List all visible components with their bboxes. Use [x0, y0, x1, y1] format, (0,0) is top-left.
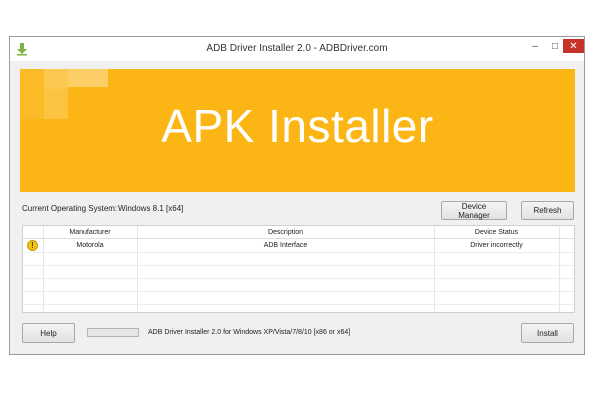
banner-title: APK Installer: [161, 100, 434, 152]
device-manager-button[interactable]: Device Manager: [441, 201, 507, 220]
row-divider: [23, 252, 574, 253]
os-label: Current Operating System:: [22, 204, 118, 213]
row-divider: [23, 291, 574, 292]
refresh-button[interactable]: Refresh: [521, 201, 574, 220]
table-header: Manufacturer Description Device Status: [23, 226, 574, 239]
minimize-button[interactable]: –: [526, 39, 544, 53]
progress-bar: [87, 328, 139, 337]
os-value: Windows 8.1 [x64]: [118, 204, 184, 213]
install-button[interactable]: Install: [521, 323, 574, 343]
cell-status: Driver incorrectly: [470, 242, 523, 249]
window-title: ADB Driver Installer 2.0 - ADBDriver.com: [206, 43, 388, 54]
maximize-button[interactable]: □: [547, 39, 563, 53]
cell-manufacturer: Motorola: [76, 242, 104, 249]
row-divider: [23, 278, 574, 279]
row-divider: [23, 304, 574, 305]
status-text: ADB Driver Installer 2.0 for Windows XP/…: [148, 329, 351, 336]
column-divider: [43, 226, 44, 314]
column-header-description[interactable]: Description: [137, 229, 434, 236]
column-divider: [434, 226, 435, 314]
row-divider: [23, 265, 574, 266]
column-divider: [137, 226, 138, 314]
help-button[interactable]: Help: [22, 323, 75, 343]
banner-decoration: [44, 69, 68, 89]
column-header-status[interactable]: Device Status: [434, 229, 559, 236]
banner: APK Installer: [20, 69, 575, 192]
warning-icon: !: [27, 240, 38, 251]
app-window: ADB Driver Installer 2.0 - ADBDriver.com…: [9, 36, 585, 355]
title-bar[interactable]: ADB Driver Installer 2.0 - ADBDriver.com…: [10, 37, 584, 61]
device-table[interactable]: Manufacturer Description Device Status !…: [22, 225, 575, 314]
column-header-manufacturer[interactable]: Manufacturer: [43, 229, 137, 236]
close-button[interactable]: ✕: [563, 39, 584, 53]
column-divider: [559, 226, 560, 314]
banner-decoration: [68, 69, 108, 87]
cell-description: ADB Interface: [263, 242, 308, 249]
